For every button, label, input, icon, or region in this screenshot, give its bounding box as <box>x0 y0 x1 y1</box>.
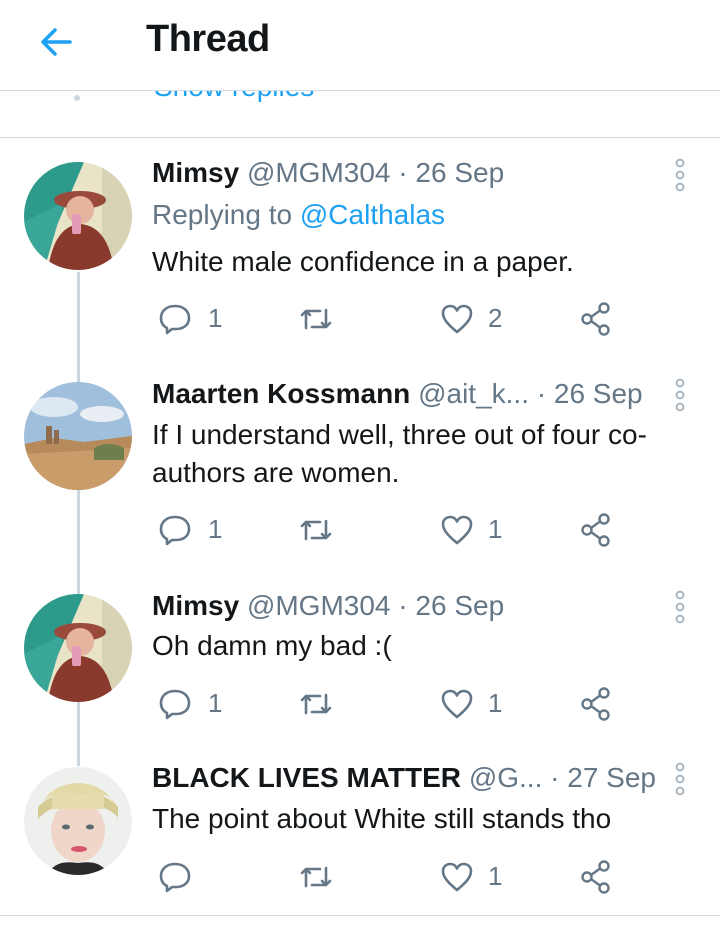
heart-icon <box>441 862 473 892</box>
tweet-text: White male confidence in a paper. <box>152 246 574 277</box>
share-icon <box>581 860 610 894</box>
tweet-actions: 1 1 <box>152 511 622 551</box>
tweet-text: If I understand well, three out of four … <box>152 419 647 488</box>
show-replies-row[interactable]: Show replies <box>0 90 720 138</box>
more-options-icon[interactable] <box>670 158 690 192</box>
replying-to-handle[interactable]: @Calthalas <box>300 199 445 230</box>
avatar[interactable] <box>24 382 132 490</box>
tweet-header: Mimsy @MGM304 · 26 Sep <box>152 590 504 622</box>
avatar[interactable] <box>24 767 132 875</box>
reply-icon <box>159 862 191 893</box>
tweet-actions: 1 1 <box>152 685 622 725</box>
heart-icon <box>441 304 473 334</box>
retweet-icon <box>300 693 332 715</box>
tweet-date[interactable]: 26 Sep <box>415 590 504 621</box>
author-handle[interactable]: @G... <box>469 762 543 793</box>
tweet-header: BLACK LIVES MATTER @G... · 27 Sep <box>152 762 656 794</box>
tweet-header: Mimsy @MGM304 · 26 Sep <box>152 157 504 189</box>
tweet-date[interactable]: 26 Sep <box>554 378 643 409</box>
tweet-actions: 1 2 <box>152 300 622 340</box>
reply-count: 1 <box>208 514 223 544</box>
share-icon <box>581 687 610 721</box>
more-options-icon[interactable] <box>670 378 690 412</box>
tweet-header: Maarten Kossmann @ait_k... · 26 Sep <box>152 378 643 410</box>
tweet-text: The point about White still stands tho <box>152 803 612 834</box>
replying-to-label: Replying to <box>152 199 300 230</box>
share-icon <box>581 302 610 336</box>
author-name[interactable]: BLACK LIVES MATTER <box>152 762 461 793</box>
author-handle[interactable]: @MGM304 <box>247 157 391 188</box>
like-count: 1 <box>488 861 503 891</box>
heart-icon <box>441 515 473 545</box>
retweet-icon <box>300 519 332 541</box>
avatar[interactable] <box>24 594 132 702</box>
tweet-actions: 1 <box>152 858 622 898</box>
divider <box>0 915 720 916</box>
author-name[interactable]: Mimsy <box>152 157 239 188</box>
separator: · <box>390 157 416 188</box>
thread-connector <box>77 490 80 594</box>
top-bar: Thread <box>0 0 720 90</box>
reply-icon <box>159 689 191 720</box>
author-handle[interactable]: @MGM304 <box>247 590 391 621</box>
separator: · <box>528 378 554 409</box>
tweet-date[interactable]: 26 Sep <box>415 157 504 188</box>
author-name[interactable]: Maarten Kossmann <box>152 378 410 409</box>
like-count: 2 <box>488 303 503 333</box>
heart-icon <box>441 689 473 719</box>
separator: · <box>390 590 416 621</box>
author-name[interactable]: Mimsy <box>152 590 239 621</box>
page-title: Thread <box>146 18 270 60</box>
separator: · <box>542 762 568 793</box>
reply-icon <box>159 304 191 335</box>
like-count: 1 <box>488 514 503 544</box>
author-handle[interactable]: @ait_k... <box>418 378 529 409</box>
reply-count: 1 <box>208 303 223 333</box>
back-arrow-icon[interactable] <box>36 22 76 62</box>
more-options-icon[interactable] <box>670 762 690 796</box>
retweet-icon <box>300 308 332 330</box>
like-count: 1 <box>488 688 503 718</box>
thread-connector <box>77 702 80 766</box>
reply-icon <box>159 515 191 546</box>
thread-dot <box>74 95 80 101</box>
more-options-icon[interactable] <box>670 590 690 624</box>
tweet-text: Oh damn my bad :( <box>152 630 392 661</box>
avatar[interactable] <box>24 162 132 270</box>
thread-connector <box>77 272 80 384</box>
replying-to: Replying to @Calthalas <box>152 199 445 231</box>
reply-count: 1 <box>208 688 223 718</box>
share-icon <box>581 513 610 547</box>
show-replies-link[interactable]: Show replies <box>154 91 314 103</box>
tweet-date[interactable]: 27 Sep <box>567 762 656 793</box>
retweet-icon <box>300 866 332 888</box>
